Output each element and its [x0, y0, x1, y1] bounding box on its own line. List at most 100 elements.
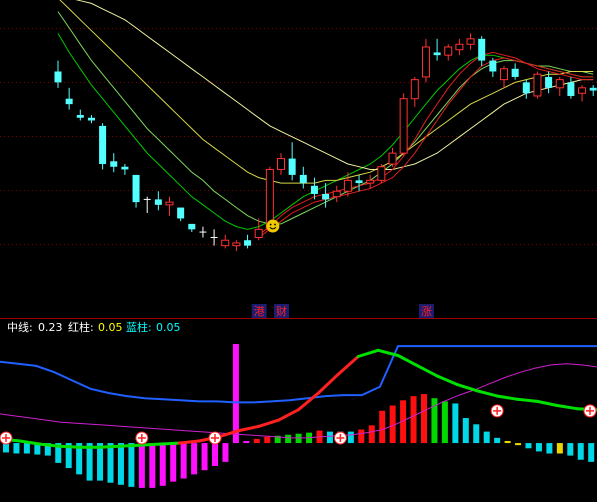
candle-body-down — [132, 174, 140, 203]
indicator-bar-46 — [483, 431, 490, 444]
indicator-bar-27 — [285, 434, 292, 444]
candle-31 — [399, 93, 408, 156]
candle-body-down — [76, 115, 84, 118]
indicator-bar-13 — [138, 443, 145, 488]
indicator-bar-50 — [525, 443, 532, 449]
smiley-eye-right — [274, 223, 276, 226]
blue-bar-value: 0.05 — [156, 321, 181, 334]
candle-body-down — [121, 166, 129, 170]
indicator-bar-16 — [170, 443, 177, 482]
candle-body-down — [299, 174, 307, 184]
candle-body-up — [366, 179, 375, 184]
candle-body-down — [110, 161, 118, 167]
event-tag-label: 财 — [276, 304, 287, 318]
red-bar-value: 0.05 — [98, 321, 123, 334]
candle-body-down — [54, 71, 62, 83]
indicator-bar-56 — [588, 443, 595, 462]
candle-body-up — [455, 43, 464, 51]
indicator-bar-2 — [23, 443, 30, 454]
indicator-bar-51 — [535, 443, 542, 452]
indicator-bar-9 — [97, 443, 104, 481]
candle-body-down — [288, 158, 296, 175]
indicator-bar-40 — [421, 394, 427, 444]
indicator-bar-39 — [410, 396, 417, 444]
candle-body-up — [555, 79, 564, 89]
candle-body-down — [489, 60, 497, 72]
candle-body-up — [388, 152, 397, 165]
candle-body-down — [511, 68, 519, 77]
indicator-bar-12 — [128, 443, 135, 487]
candle-body-up — [466, 38, 475, 45]
candle-body-up — [343, 179, 352, 192]
indicator-bar-23 — [243, 440, 250, 444]
candle-43 — [533, 71, 542, 99]
indicator-bar-17 — [180, 443, 187, 479]
candle-body-up — [399, 98, 408, 154]
crossed-circle-icon-0 — [0, 431, 13, 445]
indicator-bar-34 — [358, 429, 365, 444]
candle-body-up — [410, 79, 419, 100]
indicator-bar-10 — [107, 443, 114, 483]
smiley-face — [266, 219, 280, 233]
candle-body-down — [545, 76, 553, 88]
candle-body-down — [522, 82, 530, 94]
indicator-bar-8 — [86, 443, 93, 481]
indicator-bar-55 — [577, 443, 584, 460]
trend-line-segment-26 — [515, 397, 539, 403]
indicator-bar-18 — [191, 443, 198, 475]
trend-line-segment-9 — [177, 439, 201, 445]
event-tag-1: 财 — [274, 304, 289, 318]
indicator-bar-48 — [504, 440, 511, 444]
crossed-circle-icon-4 — [490, 404, 504, 418]
indicator-bar-1 — [13, 443, 20, 454]
indicator-bar-43 — [452, 403, 459, 444]
indicator-bar-33 — [347, 431, 354, 444]
stock-chart-canvas: 港财 涨 中线: 0.23 红柱: 0.05 蓝柱: 0.05 — [0, 0, 597, 502]
candle-body-down — [322, 193, 330, 200]
candle-4 — [99, 123, 107, 170]
candle-body-down — [567, 82, 575, 96]
indicator-bar-14 — [149, 443, 156, 488]
candle-body-down — [244, 240, 252, 246]
indicator-bar-36 — [379, 410, 386, 444]
indicator-bar-35 — [368, 425, 375, 444]
indicator-bar-44 — [462, 418, 469, 444]
trend-line-segment-3 — [58, 444, 82, 449]
candle-body-down — [310, 185, 318, 194]
indicator-bar-21 — [222, 443, 229, 462]
crossed-circle-icon-6 — [583, 404, 597, 418]
crossed-circle-icon-2 — [208, 431, 222, 445]
indicator-bar-25 — [264, 436, 271, 444]
candle-body-up — [500, 68, 508, 81]
indicator-bar-15 — [159, 443, 166, 486]
trend-line-segment-2 — [38, 442, 62, 448]
indicator-bar-22 — [232, 344, 239, 444]
candle-29 — [377, 164, 386, 184]
mid-line-value: 0.23 — [38, 321, 63, 334]
trend-line-segment-8 — [157, 441, 181, 446]
indicator-bar-20 — [212, 443, 218, 467]
candle-body-up — [221, 239, 230, 247]
candle-body-down — [355, 180, 363, 184]
candle-body-up — [444, 46, 453, 56]
event-tag-0: 港 — [251, 304, 267, 318]
candle-body-up — [332, 190, 341, 198]
candle-body-down — [99, 125, 107, 165]
indicator-bar-11 — [117, 443, 124, 485]
indicator-bar-47 — [494, 437, 501, 444]
candle-body-up — [277, 158, 285, 170]
candle-body-down — [478, 38, 486, 61]
candle-body-up — [232, 242, 241, 247]
candle-body-up — [165, 201, 174, 206]
indicator-bar-53 — [556, 443, 563, 454]
event-tag-label: 港 — [254, 305, 265, 318]
indicator-bar-54 — [567, 443, 574, 456]
red-bar-label: 红柱: — [68, 320, 94, 334]
crossed-circle-icon-1 — [135, 431, 149, 445]
candle-body-down — [589, 87, 597, 91]
smiley-eye-left — [269, 223, 272, 226]
candle-body-up — [533, 73, 542, 97]
candle-body-up — [377, 166, 386, 181]
trend-line-segment-6 — [117, 443, 141, 448]
candle-body-down — [154, 199, 162, 205]
